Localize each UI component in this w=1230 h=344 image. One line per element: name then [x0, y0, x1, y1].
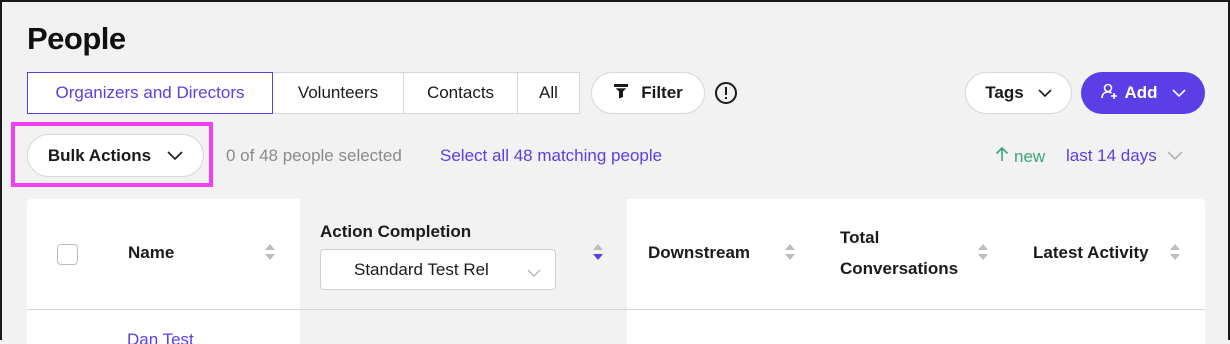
info-icon[interactable]: [714, 81, 738, 105]
column-header-latest-activity[interactable]: Latest Activity: [1033, 243, 1149, 263]
range-label: last 14 days: [1066, 146, 1157, 165]
tab-contacts[interactable]: Contacts: [404, 72, 518, 114]
people-table: Name Action Completion Standard Test Rel…: [27, 199, 1205, 344]
tags-dropdown-button[interactable]: Tags: [965, 72, 1072, 114]
filter-button[interactable]: Filter: [591, 72, 705, 114]
filter-label: Filter: [641, 83, 683, 102]
app-frame: People Organizers and Directors Voluntee…: [0, 0, 1230, 344]
column-header-name[interactable]: Name: [128, 243, 174, 263]
funnel-icon: [613, 83, 629, 104]
arrow-up-icon: [995, 146, 1009, 167]
tab-organizers-and-directors[interactable]: Organizers and Directors: [27, 72, 273, 114]
tags-label: Tags: [985, 83, 1024, 102]
bulk-actions-button[interactable]: Bulk Actions: [27, 134, 204, 177]
sort-icon[interactable]: [1169, 242, 1181, 262]
column-header-total-conversations[interactable]: Total Conversations: [840, 228, 958, 279]
chevron-down-icon: [1038, 83, 1052, 103]
sort-icon[interactable]: [264, 242, 276, 262]
new-indicator: new: [995, 146, 1045, 167]
sort-icon[interactable]: [977, 242, 989, 262]
action-dropdown-value: Standard Test Rel: [354, 259, 489, 279]
sort-icon[interactable]: [784, 242, 796, 262]
action-completion-dropdown[interactable]: Standard Test Rel: [320, 249, 556, 290]
total-conversations-line2: Conversations: [840, 259, 959, 278]
select-all-link[interactable]: Select all 48 matching people: [440, 146, 662, 166]
new-label: new: [1014, 146, 1046, 166]
bulk-actions-label: Bulk Actions: [47, 145, 152, 165]
page-title: People: [27, 21, 126, 56]
person-name-link[interactable]: Dan Test: [127, 330, 194, 344]
tab-all[interactable]: All: [518, 72, 580, 114]
chevron-down-icon: [527, 263, 541, 283]
chevron-down-icon: [1167, 146, 1183, 166]
add-person-icon: [1100, 82, 1118, 105]
sort-descending-icon[interactable]: [592, 242, 604, 262]
chevron-down-icon: [1171, 83, 1186, 103]
activity-range-select[interactable]: last 14 days: [1066, 146, 1183, 166]
chevron-down-icon: [167, 146, 183, 166]
total-conversations-line1: Total: [840, 228, 880, 247]
people-tabs: Organizers and Directors Volunteers Cont…: [27, 72, 580, 114]
column-header-downstream[interactable]: Downstream: [648, 243, 750, 263]
add-button[interactable]: Add: [1081, 72, 1205, 114]
select-all-checkbox[interactable]: [57, 244, 78, 265]
add-label: Add: [1124, 83, 1158, 102]
table-header-divider: [27, 309, 1205, 310]
selected-count: 0 of 48 people selected: [226, 146, 402, 165]
column-header-action-completion[interactable]: Action Completion: [320, 222, 471, 242]
tab-volunteers[interactable]: Volunteers: [273, 72, 404, 114]
